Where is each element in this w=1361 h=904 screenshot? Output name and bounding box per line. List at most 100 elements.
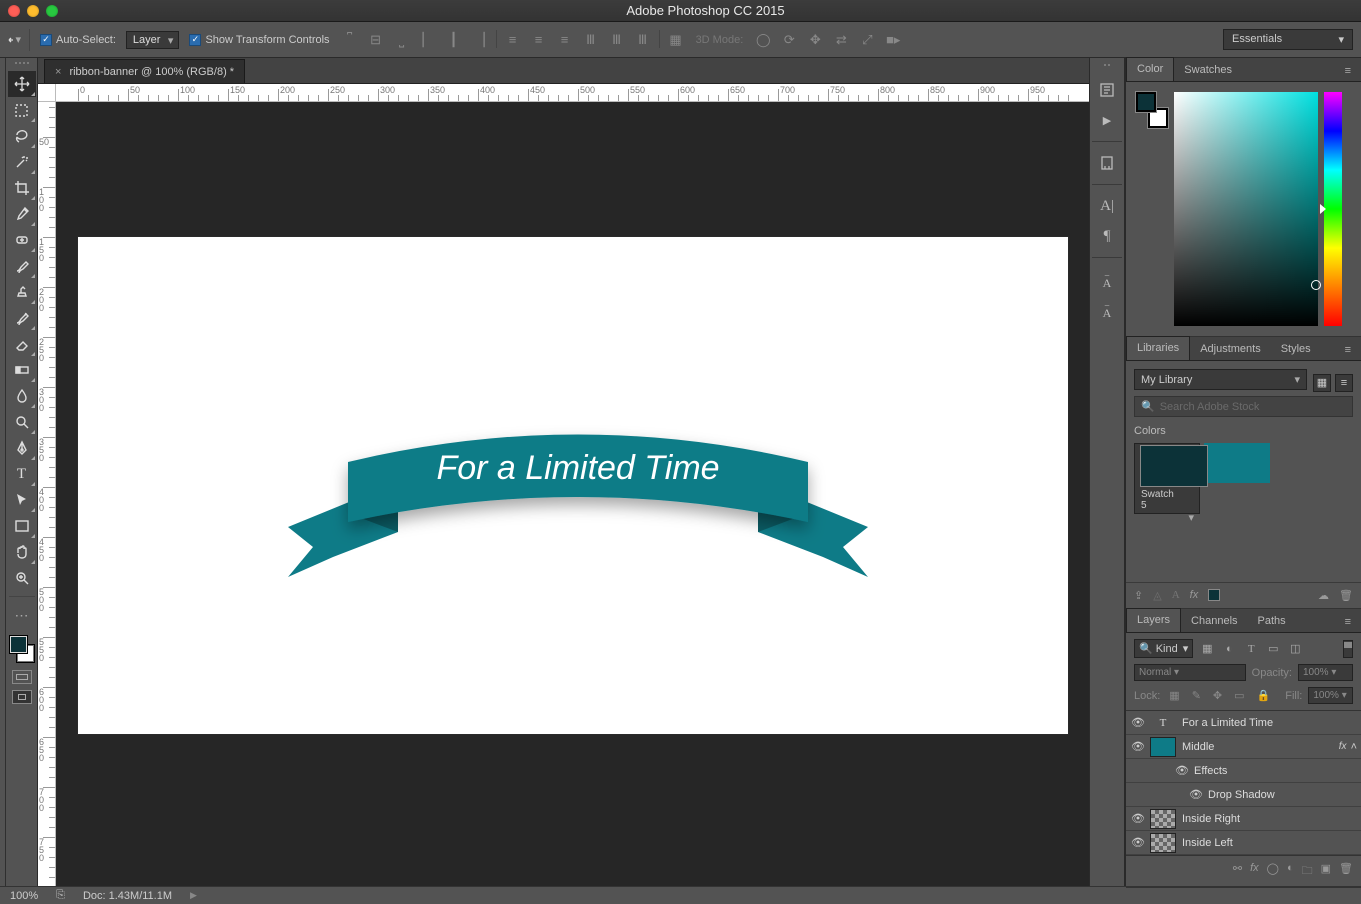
filter-switch[interactable] [1343,640,1353,658]
pen-tool[interactable] [8,435,36,461]
distribute-right-icon[interactable]: Ⅲ [633,30,653,50]
layer-filter-kind[interactable]: 🔍Kind▾ [1134,639,1193,658]
filter-adjustment-icon[interactable]: ◐ [1221,641,1237,657]
clone-stamp-tool[interactable] [8,279,36,305]
add-color-icon[interactable] [1208,589,1220,601]
doc-info-menu-icon[interactable]: ▶ [190,890,197,901]
align-bottom-icon[interactable]: ⎵ [392,30,412,50]
align-right-icon[interactable]: ▕ [470,30,490,50]
eraser-tool[interactable] [8,331,36,357]
expose-icon[interactable]: ⎘ [56,889,65,902]
distribute-top-icon[interactable]: ≡ [503,30,523,50]
workspace-dropdown[interactable]: Essentials▾ [1223,29,1353,50]
libraries-panel-menu-icon[interactable]: ≡ [1339,340,1357,360]
path-selection-tool[interactable] [8,487,36,513]
library-search[interactable]: 🔍 Search Adobe Stock [1134,396,1353,417]
tab-layers[interactable]: Layers [1126,608,1181,632]
canvas-viewport[interactable]: For a Limited Time [56,102,1089,886]
library-grid-view-icon[interactable]: ▦ [1313,374,1331,392]
layer-group-icon[interactable]: 🗀 [1302,862,1313,881]
tab-adjustments[interactable]: Adjustments [1190,338,1271,360]
layer-row[interactable]: 👁Effects [1126,759,1361,783]
document-tab[interactable]: × ribbon-banner @ 100% (RGB/8) * [44,59,245,83]
hue-slider[interactable] [1324,92,1342,326]
lasso-tool[interactable] [8,123,36,149]
visibility-icon[interactable]: 👁 [1126,716,1150,729]
filter-pixel-icon[interactable]: ▦ [1199,641,1215,657]
layer-row[interactable]: 👁Inside Left [1126,831,1361,855]
visibility-icon[interactable]: 👁 [1126,740,1150,753]
tab-color[interactable]: Color [1126,57,1174,81]
distribute-left-icon[interactable]: Ⅲ [581,30,601,50]
zoom-tool[interactable] [8,565,36,591]
fx-badge-icon[interactable]: fx [1339,741,1347,752]
character-panel-icon[interactable]: A| [1095,195,1119,217]
library-dropdown[interactable]: My Library▾ [1134,369,1307,390]
distribute-hc-icon[interactable]: Ⅲ [607,30,627,50]
dodge-tool[interactable] [8,409,36,435]
visibility-icon[interactable]: 👁 [1184,788,1208,801]
zoom-level[interactable]: 100% [10,890,38,902]
layer-row[interactable]: 👁Inside Right [1126,807,1361,831]
gradient-tool[interactable] [8,357,36,383]
stock-icon[interactable]: ☁ [1318,589,1329,602]
library-swatch-2[interactable] [1204,443,1270,514]
eyedropper-tool[interactable] [8,201,36,227]
layer-row[interactable]: 👁Middlefx˄ [1126,735,1361,759]
healing-brush-tool[interactable] [8,227,36,253]
dock-grip[interactable] [1093,64,1121,70]
auto-select-checkbox[interactable]: ✓Auto-Select: [40,34,116,46]
delete-layer-icon[interactable]: 🗑 [1339,862,1353,881]
layer-row[interactable]: 👁TFor a Limited Time [1126,711,1361,735]
new-layer-icon[interactable]: ▣ [1321,862,1331,881]
auto-align-icon[interactable]: ▦ [666,30,686,50]
blur-tool[interactable] [8,383,36,409]
panel-color-swatches[interactable] [1136,92,1168,128]
add-char-style-icon[interactable]: A [1172,589,1180,602]
lock-all-icon[interactable]: 🔒 [1254,689,1274,702]
screen-mode-toggle[interactable] [12,690,32,704]
crop-tool[interactable] [8,175,36,201]
actions-panel-icon[interactable]: ▶ [1095,109,1119,131]
add-layer-style-icon[interactable]: fx [1190,589,1199,602]
marquee-tool[interactable] [8,97,36,123]
filter-shape-icon[interactable]: ▭ [1265,641,1281,657]
toolbox-grip[interactable] [8,62,36,68]
layer-fx-icon[interactable]: fx [1250,862,1259,881]
align-vcenter-icon[interactable]: ⊟ [366,30,386,50]
tab-paths[interactable]: Paths [1248,610,1296,632]
add-graphic-icon[interactable]: ◬ [1153,589,1161,602]
close-tab-icon[interactable]: × [55,66,61,78]
trash-icon[interactable]: 🗑 [1339,589,1353,602]
tab-libraries[interactable]: Libraries [1126,336,1190,360]
visibility-icon[interactable]: 👁 [1126,836,1150,849]
distribute-vc-icon[interactable]: ≡ [529,30,549,50]
brush-panel-icon[interactable] [1095,152,1119,174]
ruler-origin[interactable] [38,84,56,102]
character-styles-icon[interactable]: ⎯A [1095,268,1119,290]
auto-select-scope-dropdown[interactable]: Layer [126,31,180,49]
library-list-view-icon[interactable]: ≡ [1335,374,1353,392]
quick-mask-toggle[interactable] [12,670,32,684]
align-top-icon[interactable]: ⎴ [340,30,360,50]
color-panel-menu-icon[interactable]: ≡ [1339,61,1357,81]
panel-fg-swatch[interactable] [1136,92,1156,112]
fx-collapse-icon[interactable]: ˄ [1351,741,1357,753]
upload-icon[interactable]: ⇪ [1134,589,1143,602]
layer-mask-icon[interactable]: ◯ [1267,862,1279,881]
library-swatch-1[interactable]: Swatch 5 [1134,443,1200,514]
close-window-button[interactable] [8,5,20,17]
link-layers-icon[interactable]: ⚯ [1233,862,1242,881]
hand-tool[interactable] [8,539,36,565]
visibility-icon[interactable]: 👁 [1170,764,1194,777]
lock-artboard-icon[interactable]: ▭ [1231,689,1247,702]
brush-tool[interactable] [8,253,36,279]
tab-styles[interactable]: Styles [1271,338,1321,360]
rectangle-tool[interactable] [8,513,36,539]
lock-pixels-icon[interactable]: ▦ [1166,689,1182,702]
color-swatch-pair[interactable] [8,634,36,664]
doc-info[interactable]: Doc: 1.43M/11.1M [83,890,172,902]
color-field[interactable] [1174,92,1318,326]
ruler-horizontal[interactable]: 0501001502002503003504004505005506006507… [56,84,1089,102]
filter-smart-icon[interactable]: ◫ [1287,641,1303,657]
